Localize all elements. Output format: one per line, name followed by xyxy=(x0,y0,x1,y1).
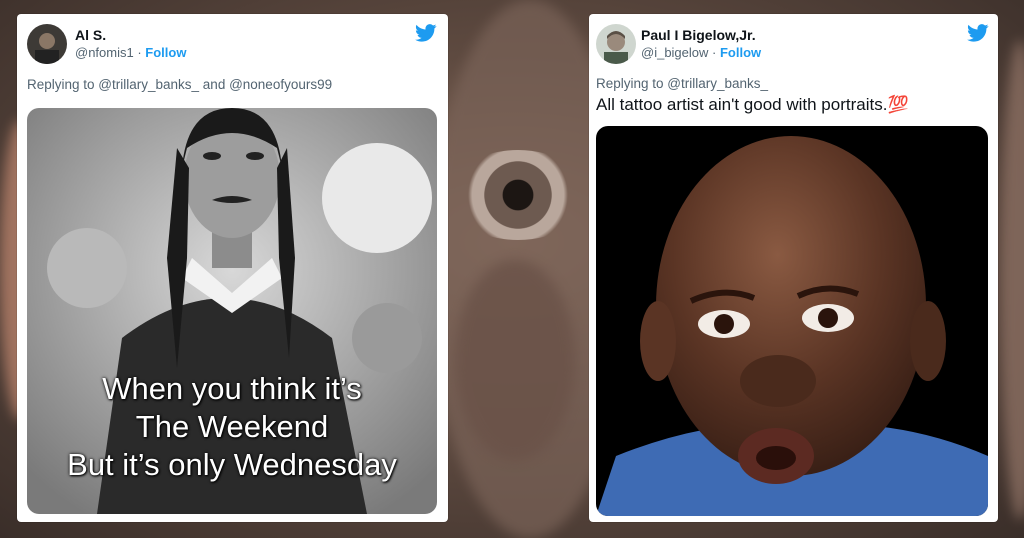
caption-line: But it’s only Wednesday xyxy=(67,447,397,482)
reply-mention[interactable]: @noneofyours99 xyxy=(229,77,332,92)
caption-line: The Weekend xyxy=(135,409,329,444)
handle[interactable]: @nfomis1 xyxy=(75,45,134,60)
tweet-text-body: All tattoo artist ain't good with portra… xyxy=(596,95,888,114)
tweet-media-image[interactable]: When you think it’s The Weekend But it’s… xyxy=(27,108,437,514)
separator: · xyxy=(708,45,720,60)
follow-button[interactable]: Follow xyxy=(720,45,761,60)
reply-mention[interactable]: @trillary_banks_ xyxy=(98,77,199,92)
reply-prefix: Replying to xyxy=(27,77,99,92)
tattoo-eye xyxy=(448,150,588,240)
display-name[interactable]: Paul I Bigelow,Jr. xyxy=(641,27,756,43)
hundred-points-emoji: 💯 xyxy=(887,95,909,114)
surprised-face-photo xyxy=(596,126,988,516)
reply-prefix: Replying to xyxy=(596,76,668,91)
handle-line: @nfomis1 · Follow xyxy=(75,45,186,60)
display-name[interactable]: Al S. xyxy=(75,27,106,43)
meme-caption: When you think it’s The Weekend But it’s… xyxy=(27,370,437,484)
tweet-card-left[interactable]: Al S. @nfomis1 · Follow Replying to @tri… xyxy=(17,14,448,522)
follow-button[interactable]: Follow xyxy=(145,45,186,60)
twitter-bird-icon[interactable] xyxy=(967,24,989,42)
reply-mention[interactable]: @trillary_banks_ xyxy=(667,76,768,91)
tweet-text: All tattoo artist ain't good with portra… xyxy=(596,95,909,115)
twitter-bird-icon[interactable] xyxy=(415,24,437,42)
separator: · xyxy=(133,45,146,60)
tweet-card-right[interactable]: Paul I Bigelow,Jr. @i_bigelow · Follow R… xyxy=(589,14,998,522)
handle[interactable]: @i_bigelow xyxy=(641,45,708,60)
avatar[interactable] xyxy=(27,24,67,64)
avatar[interactable] xyxy=(596,24,636,64)
reply-joiner: and xyxy=(199,77,230,92)
handle-line: @i_bigelow · Follow xyxy=(641,45,761,60)
tweet-media-image[interactable] xyxy=(596,126,988,516)
reply-context: Replying to @trillary_banks_ and @noneof… xyxy=(27,77,332,92)
reply-context: Replying to @trillary_banks_ xyxy=(596,76,768,91)
caption-line: When you think it’s xyxy=(102,371,362,406)
